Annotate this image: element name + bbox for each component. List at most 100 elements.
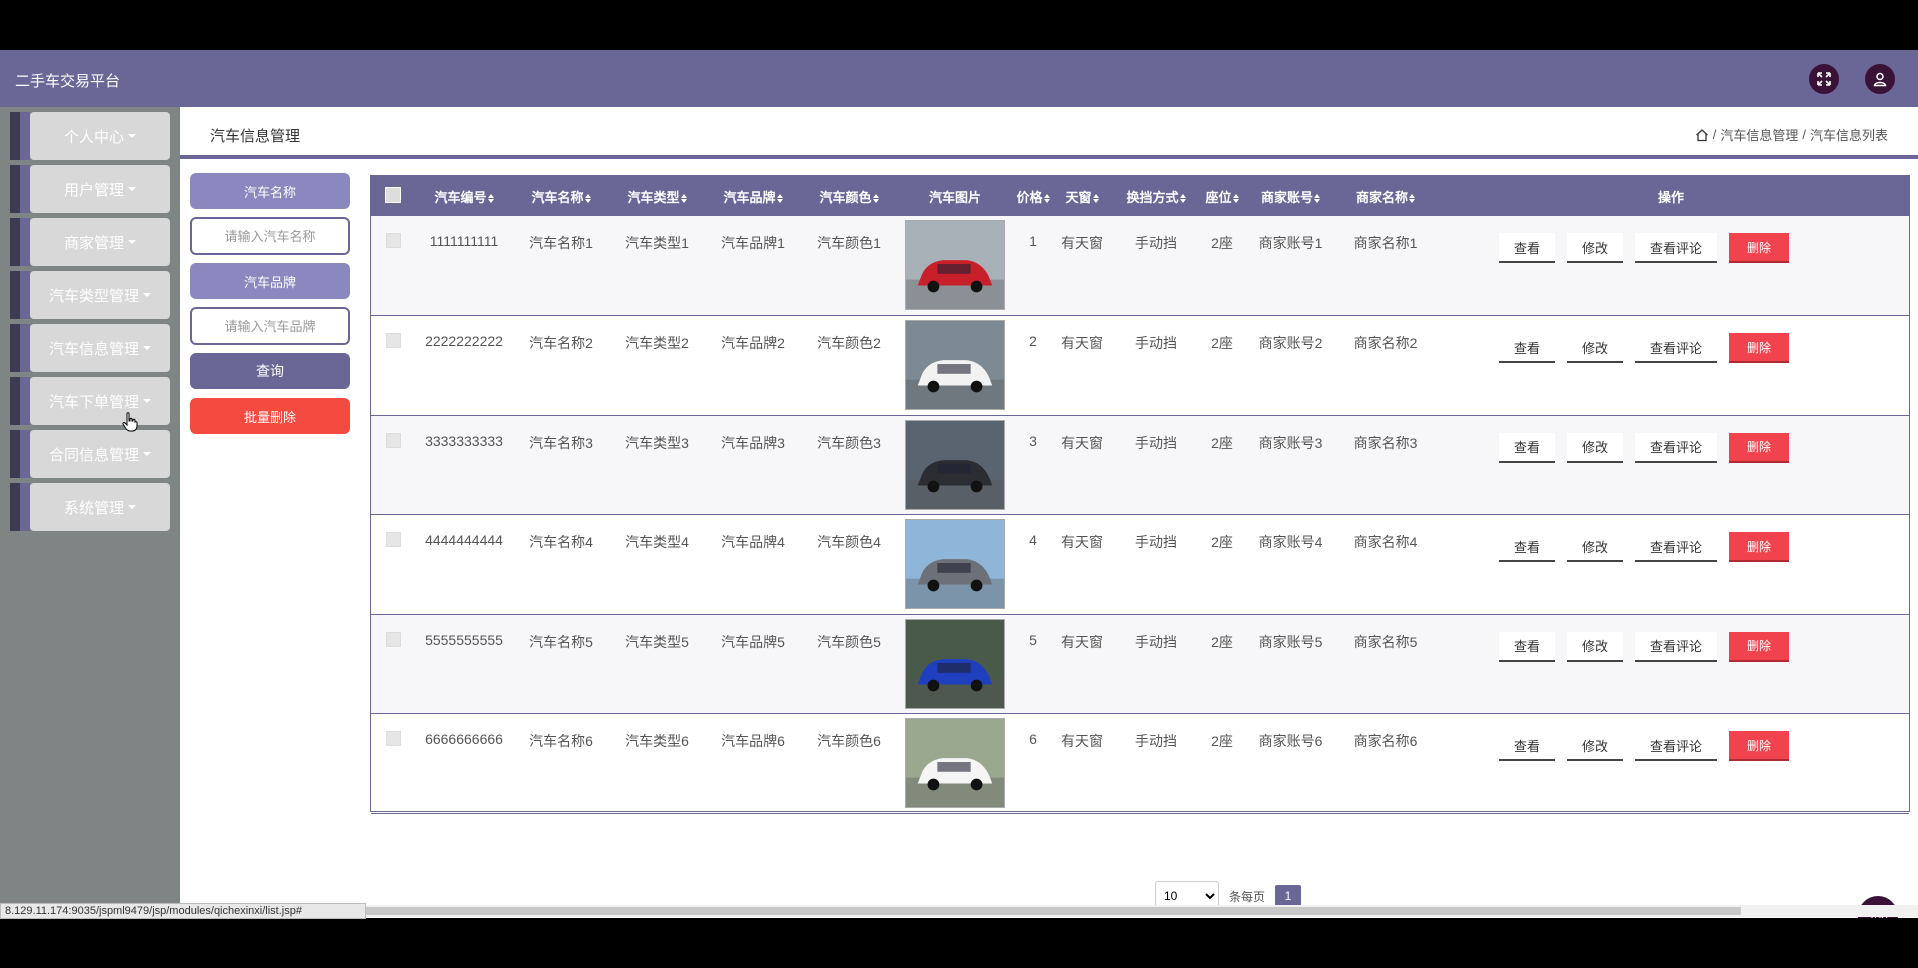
cell-color: 汽车颜色3 [817, 434, 881, 451]
cell-brand: 汽车品牌2 [721, 335, 785, 351]
column-header[interactable]: 汽车编号 [415, 176, 513, 216]
view-button[interactable]: 查看 [1499, 333, 1556, 363]
sidebar: 个人中心 用户管理 商家管理 汽车类型管理 汽车信息管理 汽车下单管理 合同信息… [0, 107, 180, 918]
sort-icon[interactable] [1232, 193, 1239, 203]
page-number-current[interactable]: 1 [1275, 885, 1302, 907]
view-comments-button[interactable]: 查看评论 [1635, 233, 1718, 263]
query-button[interactable]: 查询 [190, 353, 350, 389]
sort-icon[interactable] [1043, 193, 1050, 203]
sidebar-item-label: 合同信息管理 [48, 446, 139, 464]
edit-button[interactable]: 修改 [1567, 731, 1624, 761]
view-button[interactable]: 查看 [1499, 233, 1556, 263]
sidebar-item-car-order-management[interactable]: 汽车下单管理 [10, 377, 170, 425]
cell-sunroof: 有天窗 [1061, 534, 1103, 550]
breadcrumb-item[interactable]: 汽车信息管理 [1720, 125, 1798, 144]
view-comments-button[interactable]: 查看评论 [1635, 532, 1718, 562]
edit-button[interactable]: 修改 [1567, 233, 1624, 263]
fullscreen-button[interactable] [1809, 64, 1839, 94]
view-comments-button[interactable]: 查看评论 [1635, 432, 1718, 463]
sidebar-item-contract-management[interactable]: 合同信息管理 [10, 430, 170, 478]
dark-sedan-photo[interactable] [905, 419, 1005, 510]
select-all-checkbox[interactable] [385, 186, 401, 203]
batch-delete-button[interactable]: 批量删除 [190, 398, 350, 434]
delete-button[interactable]: 删除 [1729, 631, 1790, 662]
edit-button[interactable]: 修改 [1567, 532, 1624, 562]
view-button[interactable]: 查看 [1499, 631, 1556, 662]
column-header[interactable]: 汽车品牌 [705, 176, 801, 216]
sidebar-item-merchant-management[interactable]: 商家管理 [10, 218, 170, 266]
table-header: 汽车编号 汽车名称 汽车类型 汽车品牌 汽车颜色 汽车图片 价格 天窗 换挡方式… [371, 176, 1909, 216]
view-button[interactable]: 查看 [1499, 432, 1556, 463]
table-row: 1111111111 汽车名称1 汽车类型1 汽车品牌1 汽车颜色1 1 有天窗… [371, 216, 1909, 316]
chevron-down-icon [143, 346, 151, 350]
row-checkbox[interactable] [385, 333, 401, 348]
cell-color: 汽车颜色1 [817, 235, 881, 251]
column-header[interactable]: 价格 [1013, 176, 1053, 216]
row-checkbox[interactable] [385, 631, 401, 647]
row-select-cell [371, 216, 415, 316]
edit-button[interactable]: 修改 [1567, 333, 1624, 363]
sidebar-item-car-type-management[interactable]: 汽车类型管理 [10, 271, 170, 319]
cell-sunroof: 有天窗 [1061, 235, 1103, 251]
cell-price: 5 [1029, 631, 1037, 648]
delete-button[interactable]: 删除 [1729, 333, 1790, 363]
user-menu-button[interactable] [1865, 64, 1895, 94]
home-icon[interactable] [1695, 128, 1709, 142]
view-comments-button[interactable]: 查看评论 [1635, 631, 1718, 662]
car-brand-input[interactable] [190, 307, 350, 345]
sidebar-item-system-management[interactable]: 系统管理 [10, 483, 170, 531]
column-header[interactable]: 汽车名称 [513, 176, 609, 216]
column-header: 汽车图片 [928, 189, 981, 205]
column-header[interactable]: 换挡方式 [1111, 176, 1201, 216]
sort-icon[interactable] [776, 193, 783, 203]
view-comments-button[interactable]: 查看评论 [1635, 333, 1718, 363]
cell-actions: 查看 修改 查看评论 删除 [1433, 614, 1909, 714]
column-header[interactable]: 天窗 [1053, 176, 1111, 216]
sort-icon[interactable] [680, 193, 687, 203]
column-header[interactable]: 汽车颜色 [801, 176, 897, 216]
cell-type: 汽车类型1 [625, 235, 689, 251]
scrollbar-thumb[interactable] [366, 907, 1741, 915]
sidebar-item-personal-center[interactable]: 个人中心 [10, 112, 170, 160]
column-header[interactable]: 汽车类型 [609, 176, 705, 216]
blue-sports-car-photo[interactable] [905, 618, 1005, 709]
silver-sedan-bridge-photo[interactable] [905, 519, 1005, 609]
delete-button[interactable]: 删除 [1729, 233, 1790, 263]
cell-color: 汽车颜色6 [817, 733, 881, 749]
sort-icon[interactable] [1092, 193, 1099, 203]
row-checkbox[interactable] [385, 432, 401, 448]
edit-button[interactable]: 修改 [1567, 631, 1624, 662]
horizontal-scrollbar[interactable] [366, 905, 1918, 917]
red-car-photo[interactable] [905, 220, 1005, 310]
view-button[interactable]: 查看 [1499, 532, 1556, 562]
sidebar-item-car-info-management[interactable]: 汽车信息管理 [10, 324, 170, 372]
row-checkbox[interactable] [385, 532, 401, 547]
table-row: 4444444444 汽车名称4 汽车类型4 汽车品牌4 汽车颜色4 4 有天窗… [371, 515, 1909, 614]
cell-sunroof: 有天窗 [1061, 335, 1103, 351]
sort-icon[interactable] [1314, 193, 1320, 203]
column-header[interactable]: 商家账号 [1243, 176, 1338, 216]
white-minivan-photo[interactable] [905, 320, 1005, 410]
view-button[interactable]: 查看 [1499, 731, 1556, 761]
sidebar-item-user-management[interactable]: 用户管理 [10, 165, 170, 213]
cell-name: 汽车名称5 [529, 633, 593, 650]
row-checkbox[interactable] [385, 233, 401, 248]
column-header[interactable]: 商家名称 [1338, 176, 1433, 216]
delete-button[interactable]: 删除 [1729, 532, 1790, 562]
sort-icon[interactable] [584, 193, 591, 203]
delete-button[interactable]: 删除 [1729, 432, 1790, 463]
white-sedan-photo[interactable] [905, 718, 1005, 808]
cell-color: 汽车颜色5 [817, 633, 881, 650]
sort-icon[interactable] [872, 193, 879, 203]
column-header[interactable]: 座位 [1201, 176, 1243, 216]
sort-icon[interactable] [1409, 193, 1415, 203]
sidebar-item-label: 系统管理 [63, 499, 124, 517]
sort-icon[interactable] [487, 193, 494, 203]
cell-seats: 2座 [1211, 733, 1233, 749]
delete-button[interactable]: 删除 [1729, 731, 1790, 761]
sort-icon[interactable] [1179, 193, 1186, 203]
car-name-input[interactable] [190, 217, 350, 255]
row-checkbox[interactable] [385, 731, 401, 746]
edit-button[interactable]: 修改 [1567, 432, 1624, 463]
view-comments-button[interactable]: 查看评论 [1635, 731, 1718, 761]
